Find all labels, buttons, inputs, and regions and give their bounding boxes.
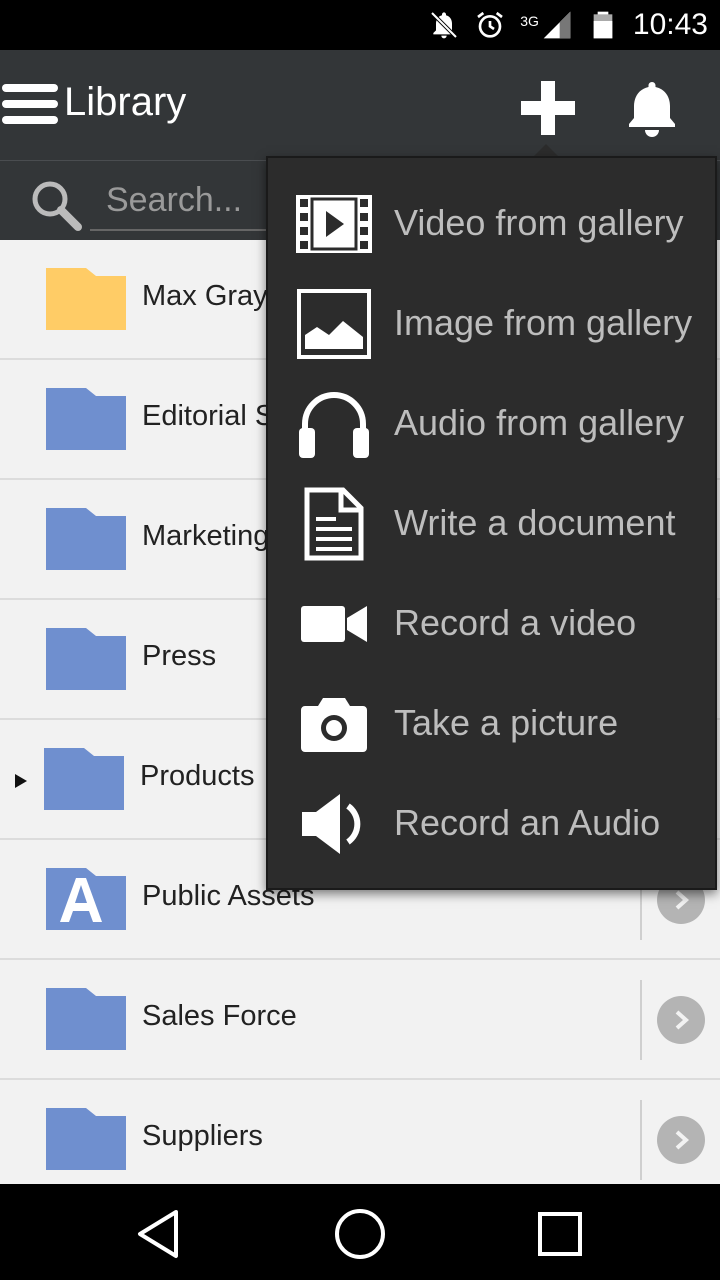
home-button[interactable] — [330, 1204, 390, 1264]
image-icon — [297, 289, 371, 359]
list-item-label: Press — [142, 640, 217, 672]
menu-item-label: Take a picture — [394, 702, 619, 743]
app-bar: Library — [0, 50, 720, 160]
menu-icon-wrap — [294, 487, 374, 561]
menu-item-image-from-gallery[interactable]: Image from gallery — [268, 274, 715, 374]
menu-icon-wrap — [294, 792, 374, 856]
folder-icon — [46, 388, 126, 450]
add-button[interactable] — [512, 72, 584, 144]
expand-arrow-icon[interactable] — [15, 774, 27, 788]
menu-icon-wrap — [294, 192, 374, 256]
row-divider — [640, 1100, 642, 1180]
list-item-label: Editorial S — [142, 400, 275, 432]
list-item-label: Marketing — [142, 520, 270, 552]
recents-icon — [538, 1212, 582, 1256]
back-button[interactable] — [128, 1204, 188, 1264]
folder-icon — [46, 628, 126, 690]
menu-item-record-a-video[interactable]: Record a video — [268, 574, 715, 674]
list-item[interactable]: Suppliers — [0, 1080, 720, 1184]
open-detail-button[interactable] — [657, 996, 705, 1044]
recents-button[interactable] — [530, 1204, 590, 1264]
menu-item-label: Image from gallery — [394, 302, 693, 343]
menu-item-label: Video from gallery — [394, 202, 684, 243]
navigation-bar — [0, 1184, 720, 1280]
chevron-right-icon — [675, 1010, 690, 1030]
notifications-off-icon — [430, 11, 458, 39]
folder-icon — [44, 748, 124, 810]
menu-item-record-an-audio[interactable]: Record an Audio — [268, 774, 715, 874]
camera-icon — [301, 698, 367, 752]
page-title: Library — [64, 80, 187, 124]
list-item-label: Products — [140, 760, 255, 792]
menu-icon-wrap — [294, 592, 374, 656]
signal-icon — [543, 11, 571, 39]
alarm-icon — [477, 11, 504, 38]
row-divider — [640, 980, 642, 1060]
list-item-label: Max Gray — [142, 280, 268, 312]
folder-icon — [46, 508, 126, 570]
folder-icon — [46, 988, 126, 1050]
add-icon — [521, 81, 575, 135]
menu-item-video-from-gallery[interactable]: Video from gallery — [268, 174, 715, 274]
chevron-right-icon — [675, 1130, 690, 1150]
folder-icon — [46, 1108, 126, 1170]
status-icons: 3G 10:43 — [428, 0, 708, 50]
menu-icon-wrap — [294, 392, 374, 458]
speaker-icon — [302, 794, 361, 854]
folder-icon — [46, 268, 126, 330]
chevron-right-icon — [675, 890, 690, 910]
list-item-label: Suppliers — [142, 1120, 263, 1152]
menu-icon-wrap — [294, 692, 374, 756]
menu-item-label: Write a document — [394, 502, 676, 543]
menu-item-write-a-document[interactable]: Write a document — [268, 474, 715, 574]
home-icon — [335, 1209, 385, 1259]
hamburger-menu-icon[interactable] — [2, 82, 58, 126]
list-item[interactable]: Sales Force — [0, 960, 720, 1080]
search-icon — [32, 181, 82, 231]
bell-icon — [629, 82, 675, 137]
film-icon — [296, 195, 372, 253]
list-item-label: Sales Force — [142, 1000, 297, 1032]
document-icon — [304, 487, 364, 561]
menu-item-audio-from-gallery[interactable]: Audio from gallery — [268, 374, 715, 474]
menu-item-label: Record a video — [394, 602, 637, 643]
battery-icon — [593, 11, 613, 39]
headphones-icon — [299, 392, 369, 458]
menu-icon-wrap — [294, 289, 374, 359]
add-content-menu: Video from gallery Image from gallery Au… — [266, 156, 717, 890]
menu-item-label: Audio from gallery — [394, 402, 685, 443]
open-detail-button[interactable] — [657, 1116, 705, 1164]
network-type: 3G — [520, 13, 539, 29]
clock: 10:43 — [632, 8, 708, 41]
back-icon — [138, 1210, 178, 1258]
menu-item-label: Record an Audio — [394, 802, 661, 843]
public-assets-icon — [46, 868, 126, 930]
notifications-button[interactable] — [616, 72, 688, 144]
menu-item-take-a-picture[interactable]: Take a picture — [268, 674, 715, 774]
status-bar: 3G 10:43 — [0, 0, 720, 50]
signal-indicator: 3G — [520, 9, 573, 41]
video-camera-icon — [301, 606, 367, 642]
